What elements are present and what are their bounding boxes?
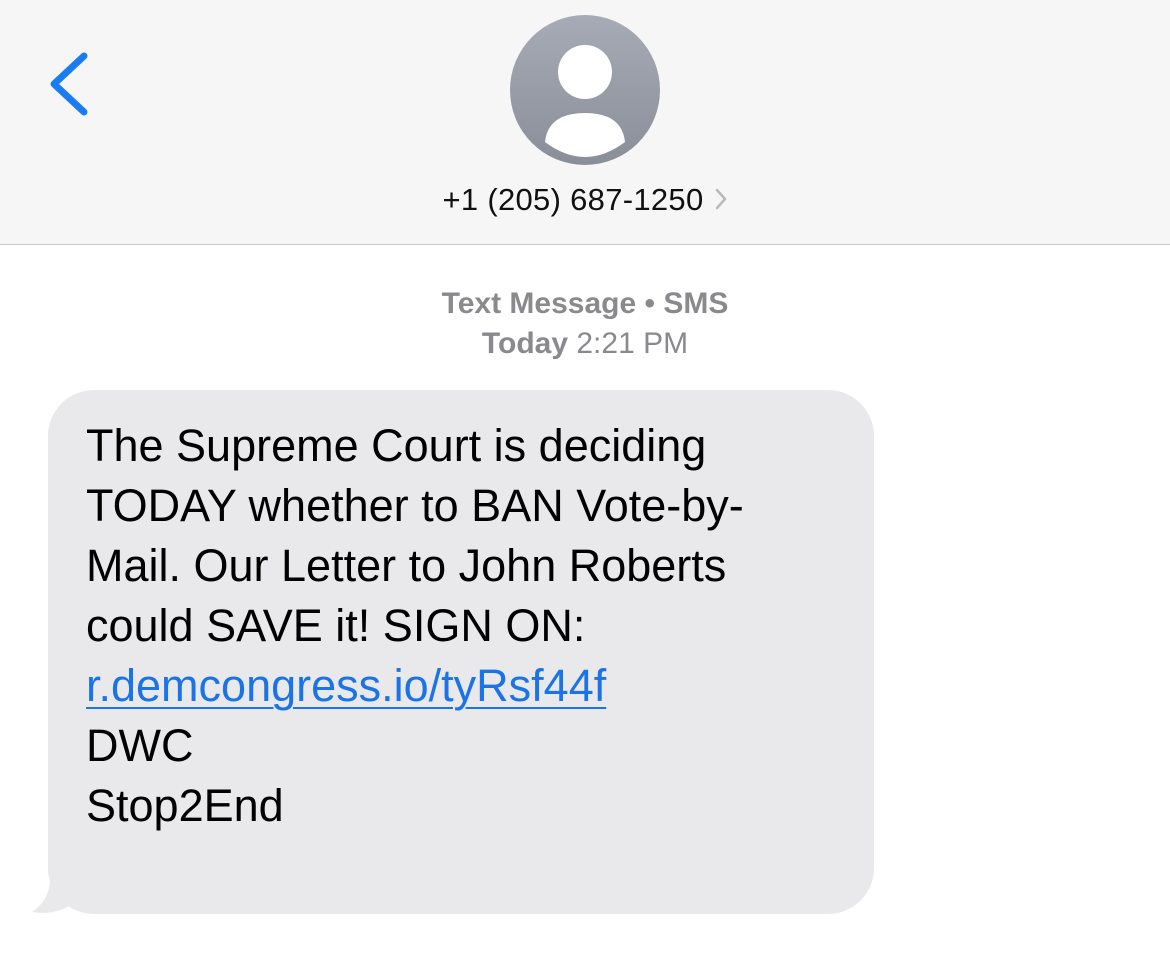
timestamp-time: 2:21 PM xyxy=(576,327,689,360)
contact-details-button[interactable]: +1 (205) 687-1250 xyxy=(0,178,1170,222)
message-line: could SAVE it! SIGN ON: xyxy=(86,600,586,651)
incoming-message[interactable]: The Supreme Court is deciding TODAY whet… xyxy=(30,390,880,916)
message-line: The Supreme Court is deciding xyxy=(86,420,707,471)
message-line: TODAY whether to BAN Vote-by- xyxy=(86,480,744,531)
message-bubble[interactable]: The Supreme Court is deciding TODAY whet… xyxy=(48,390,874,914)
back-button[interactable] xyxy=(40,44,100,124)
conversation-header: +1 (205) 687-1250 xyxy=(0,0,1170,245)
person-icon xyxy=(545,45,625,157)
chevron-right-icon xyxy=(714,187,728,216)
message-line: Mail. Our Letter to John Roberts xyxy=(86,540,727,591)
message-link[interactable]: r.demcongress.io/tyRsf44f xyxy=(86,660,606,711)
service-label: Text Message • SMS xyxy=(441,287,729,320)
chevron-left-icon xyxy=(50,52,88,116)
avatar[interactable] xyxy=(510,15,660,165)
message-signature: DWC xyxy=(86,720,194,771)
message-opt-out: Stop2End xyxy=(86,780,284,831)
contact-number: +1 (205) 687-1250 xyxy=(442,182,704,217)
timestamp-day: Today xyxy=(481,327,569,360)
message-meta: Text Message • SMS Today 2:21 PM xyxy=(0,284,1170,364)
